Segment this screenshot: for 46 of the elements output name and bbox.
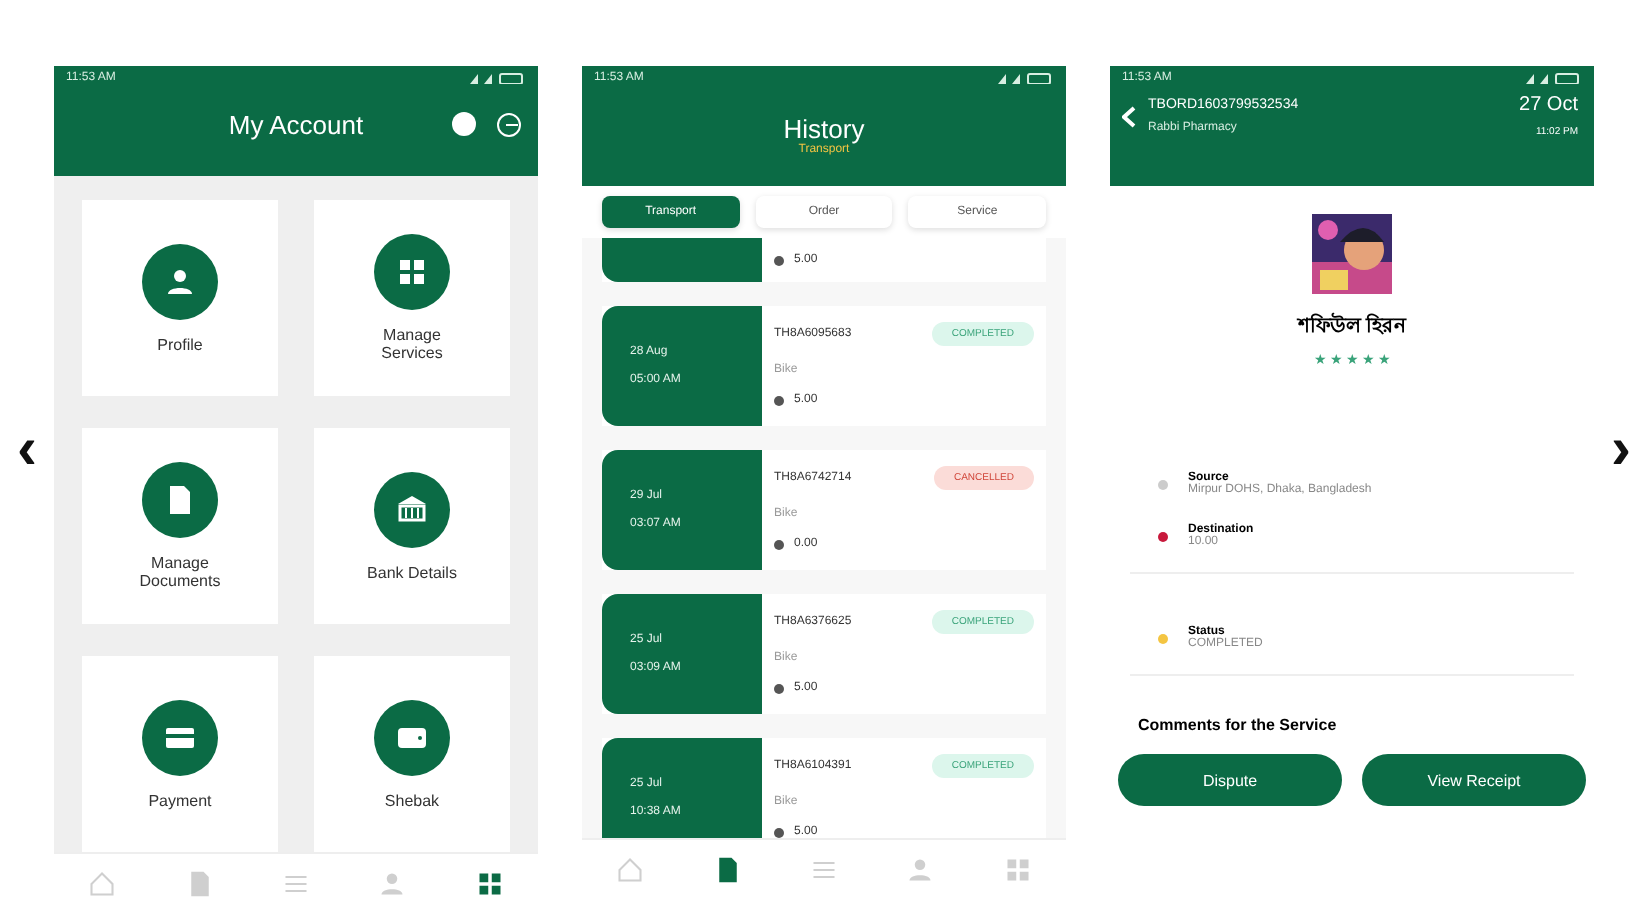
order-date: 27 Oct: [1519, 94, 1578, 116]
signal-icon: [994, 72, 1054, 84]
document-icon: [713, 856, 742, 884]
tile-label: Bank Details: [365, 563, 459, 581]
signal-icon: [466, 72, 526, 84]
menu-tile[interactable]: Manage Services: [314, 200, 510, 396]
help-icon[interactable]: [452, 112, 476, 136]
rating-dot: [774, 683, 784, 693]
person-icon: [906, 856, 935, 884]
menu-tile[interactable]: Profile: [82, 200, 278, 396]
grid-icon: [1003, 856, 1032, 884]
tile-label: Shebak: [382, 791, 442, 809]
person-icon: [164, 265, 196, 297]
menu-tile[interactable]: Shebak: [314, 656, 510, 852]
tile-label: Manage Documents: [137, 554, 223, 590]
menu-tile[interactable]: Bank Details: [314, 428, 510, 624]
document-icon: [164, 484, 196, 516]
list-icon: [809, 856, 838, 884]
menu-tile[interactable]: Payment: [82, 656, 278, 852]
rating-dot: [774, 395, 784, 405]
home-icon: [616, 856, 645, 884]
signal-icon: [1522, 72, 1582, 84]
rating-dot: [774, 255, 784, 265]
driver-name: শফিউল হিরন: [1298, 310, 1406, 342]
action-button[interactable]: Dispute: [1118, 754, 1342, 806]
back-icon[interactable]: [1122, 105, 1136, 127]
previous-arrow[interactable]: ‹: [17, 420, 37, 480]
screen-title: History: [781, 114, 867, 144]
next-arrow[interactable]: ›: [1611, 420, 1631, 480]
bank-icon: [396, 493, 428, 525]
tile-label: Payment: [146, 791, 214, 809]
action-button[interactable]: View Receipt: [1362, 754, 1586, 806]
rating-dot: [774, 827, 784, 837]
logout-icon[interactable]: [496, 112, 522, 138]
comments-heading: Comments for the Service: [1138, 716, 1337, 734]
rating-dot: [774, 539, 784, 549]
menu-tile[interactable]: Manage Documents: [82, 428, 278, 624]
tile-label: Profile: [155, 335, 205, 353]
grid-icon: [475, 870, 504, 898]
document-icon: [185, 870, 214, 898]
person-icon: [378, 870, 407, 898]
screen-title: My Account: [228, 110, 364, 140]
grid-icon: [396, 256, 428, 288]
list-icon: [281, 870, 310, 898]
tile-label: Manage Services: [379, 326, 445, 362]
home-icon: [88, 870, 117, 898]
